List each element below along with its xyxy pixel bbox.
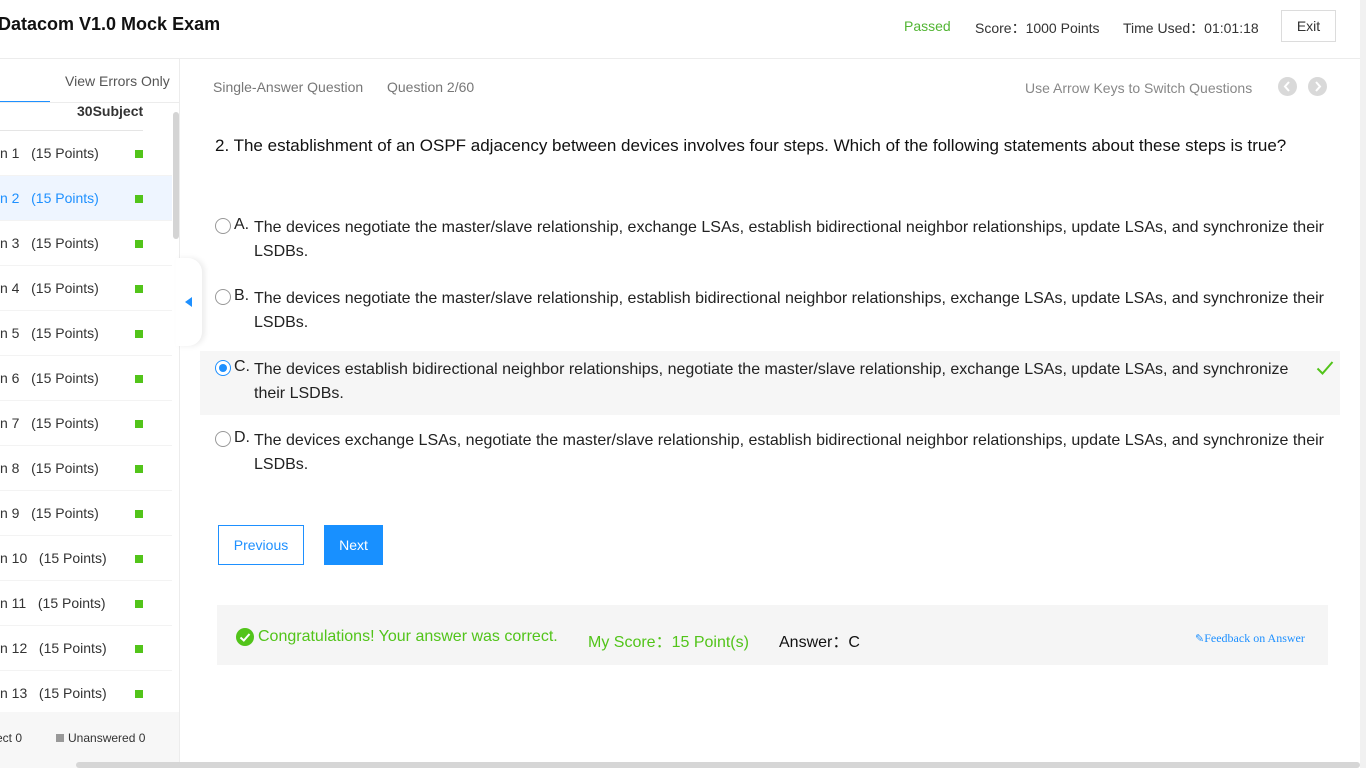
legend-unanswered-label: Unanswered 0 bbox=[68, 731, 146, 745]
time-used: Time Used：01:01:18 bbox=[1123, 20, 1259, 36]
radio-button[interactable] bbox=[215, 289, 231, 305]
option-text: The devices exchange LSAs, negotiate the… bbox=[254, 432, 1324, 473]
correct-marker bbox=[135, 375, 143, 383]
view-errors-only-tab[interactable]: View Errors Only bbox=[65, 73, 170, 89]
option-d[interactable]: D. The devices exchange LSAs, negotiate … bbox=[200, 422, 1340, 486]
correct-marker bbox=[135, 555, 143, 563]
legend-correct: ect 0 bbox=[0, 731, 23, 745]
question-list-item-active[interactable]: n 2 (15 Points) bbox=[0, 176, 172, 221]
option-text: The devices negotiate the master/slave r… bbox=[254, 290, 1324, 331]
edit-pen-icon: ✎ bbox=[1195, 632, 1205, 645]
option-b[interactable]: B. The devices negotiate the master/slav… bbox=[200, 280, 1340, 344]
exam-status: Passed bbox=[904, 18, 951, 34]
question-item-label: n 6 (15 Points) bbox=[0, 370, 99, 386]
question-text: 2. The establishment of an OSPF adjacenc… bbox=[215, 136, 1287, 155]
question-list-item[interactable]: n 3 (15 Points) bbox=[0, 221, 172, 266]
correct-marker bbox=[135, 420, 143, 428]
question-list-item[interactable]: n 8 (15 Points) bbox=[0, 446, 172, 491]
question-sidebar: View Errors Only 30Subject n 1 (15 Point… bbox=[0, 59, 180, 768]
question-item-label: n 8 (15 Points) bbox=[0, 460, 99, 476]
question-list: n 1 (15 Points) n 2 (15 Points) n 3 (15 … bbox=[0, 131, 172, 716]
previous-button[interactable]: Previous bbox=[218, 525, 304, 565]
next-button[interactable]: Next bbox=[324, 525, 383, 565]
chevron-right-icon bbox=[1315, 81, 1322, 92]
result-panel: Congratulations! Your answer was correct… bbox=[217, 605, 1328, 665]
correct-marker bbox=[135, 330, 143, 338]
legend-unanswered: Unanswered 0 bbox=[56, 731, 145, 745]
option-c[interactable]: C. The devices establish bidirectional n… bbox=[200, 351, 1340, 415]
next-question-arrow[interactable] bbox=[1308, 77, 1327, 96]
correct-marker bbox=[135, 510, 143, 518]
feedback-link[interactable]: ✎Feedback on Answer bbox=[1195, 631, 1305, 646]
my-score: My Score：15 Point(s) bbox=[588, 634, 749, 651]
correct-marker bbox=[135, 195, 143, 203]
option-text: The devices establish bidirectional neig… bbox=[254, 361, 1289, 402]
app-title: Datacom V1.0 Mock Exam bbox=[0, 14, 221, 34]
question-number: Question 2/60 bbox=[387, 79, 475, 95]
option-a[interactable]: A. The devices negotiate the master/slav… bbox=[200, 209, 1340, 273]
question-item-label: n 2 (15 Points) bbox=[0, 190, 99, 206]
option-letter: C. bbox=[234, 358, 250, 375]
option-text: The devices negotiate the master/slave r… bbox=[254, 219, 1324, 260]
question-list-item[interactable]: n 6 (15 Points) bbox=[0, 356, 172, 401]
question-list-item[interactable]: n 11 (15 Points) bbox=[0, 581, 172, 626]
question-item-label: n 1 (15 Points) bbox=[0, 145, 99, 161]
previous-question-arrow[interactable] bbox=[1278, 77, 1297, 96]
correct-marker bbox=[135, 600, 143, 608]
chevron-left-icon bbox=[1283, 81, 1290, 92]
correct-marker bbox=[135, 150, 143, 158]
correct-marker bbox=[135, 465, 143, 473]
option-letter: A. bbox=[234, 216, 250, 233]
page-horizontal-scrollbar[interactable] bbox=[76, 762, 1360, 768]
question-item-label: n 5 (15 Points) bbox=[0, 325, 99, 341]
question-list-item[interactable]: n 13 (15 Points) bbox=[0, 671, 172, 716]
sidebar-scrollbar[interactable] bbox=[173, 112, 179, 239]
correct-marker bbox=[135, 240, 143, 248]
question-list-item[interactable]: n 1 (15 Points) bbox=[0, 131, 172, 176]
result-message: Congratulations! Your answer was correct… bbox=[258, 628, 558, 645]
question-list-item[interactable]: n 5 (15 Points) bbox=[0, 311, 172, 356]
correct-marker bbox=[135, 645, 143, 653]
correct-answer: Answer：C bbox=[779, 634, 860, 651]
question-type: Single-Answer Question bbox=[213, 79, 364, 95]
question-item-label: n 13 (15 Points) bbox=[0, 685, 107, 701]
feedback-label: Feedback on Answer bbox=[1204, 631, 1305, 645]
question-list-item[interactable]: n 4 (15 Points) bbox=[0, 266, 172, 311]
question-item-label: n 4 (15 Points) bbox=[0, 280, 99, 296]
collapse-sidebar-handle[interactable] bbox=[176, 258, 202, 346]
question-item-label: n 7 (15 Points) bbox=[0, 415, 99, 431]
question-item-label: n 12 (15 Points) bbox=[0, 640, 107, 656]
question-list-item[interactable]: n 12 (15 Points) bbox=[0, 626, 172, 671]
question-list-item[interactable]: n 7 (15 Points) bbox=[0, 401, 172, 446]
correct-marker bbox=[135, 690, 143, 698]
radio-button[interactable] bbox=[215, 218, 231, 234]
option-letter: D. bbox=[234, 429, 250, 446]
subject-count: 30Subject bbox=[77, 103, 144, 119]
question-item-label: n 10 (15 Points) bbox=[0, 550, 107, 566]
question-item-label: n 3 (15 Points) bbox=[0, 235, 99, 251]
check-circle-icon bbox=[236, 628, 254, 646]
unanswered-swatch bbox=[56, 734, 64, 742]
radio-button-selected[interactable] bbox=[215, 360, 231, 376]
question-list-item[interactable]: n 10 (15 Points) bbox=[0, 536, 172, 581]
question-list-item[interactable]: n 9 (15 Points) bbox=[0, 491, 172, 536]
arrow-keys-hint: Use Arrow Keys to Switch Questions bbox=[1025, 80, 1253, 96]
header-bar: Datacom V1.0 Mock Exam Passed Score：1000… bbox=[0, 0, 1366, 59]
checkmark-icon bbox=[1316, 361, 1334, 375]
page-vertical-scrollbar[interactable] bbox=[1360, 0, 1366, 768]
total-score: Score：1000 Points bbox=[975, 20, 1100, 36]
question-item-label: n 9 (15 Points) bbox=[0, 505, 99, 521]
question-item-label: n 11 (15 Points) bbox=[0, 595, 106, 611]
option-letter: B. bbox=[234, 287, 250, 304]
radio-button[interactable] bbox=[215, 431, 231, 447]
exit-button[interactable]: Exit bbox=[1281, 10, 1336, 42]
correct-marker bbox=[135, 285, 143, 293]
caret-left-icon bbox=[185, 297, 192, 307]
